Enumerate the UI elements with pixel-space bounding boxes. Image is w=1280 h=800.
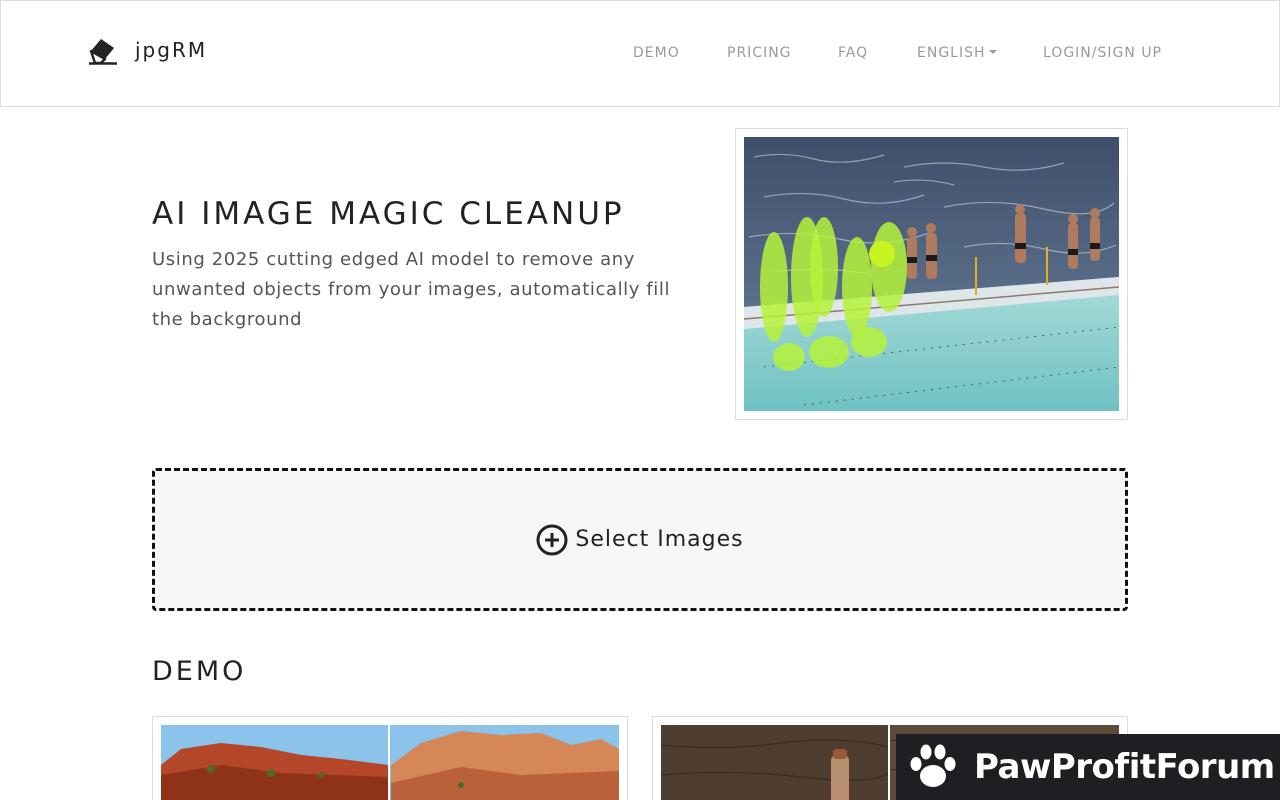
pawprofitforum-watermark: PawProfitForum — [896, 734, 1280, 800]
hero-title: AI IMAGE MAGIC CLEANUP — [152, 196, 625, 232]
swimmers-pool-mask-image — [744, 137, 1119, 411]
demo-card-canyon[interactable] — [152, 716, 628, 800]
language-label: ENGLISH — [917, 45, 986, 61]
navbar: jpgRM DEMO PRICING FAQ ENGLISH LOGIN/SIG… — [0, 0, 1280, 107]
nav-login-link[interactable]: LOGIN/SIGN UP — [1043, 45, 1162, 61]
select-images-dropzone[interactable]: Select Images — [152, 468, 1128, 611]
nav-demo-link[interactable]: DEMO — [633, 45, 680, 61]
brand-logo[interactable]: jpgRM — [87, 35, 207, 65]
caret-down-icon — [988, 50, 997, 54]
select-images-label: Select Images — [575, 527, 744, 552]
nav-faq-link[interactable]: FAQ — [838, 45, 868, 61]
hero-image-frame — [735, 128, 1128, 420]
canyon-before-after-image — [161, 725, 619, 800]
eraser-icon — [89, 39, 117, 65]
brand-name: jpgRM — [135, 38, 208, 62]
hero-subtitle: Using 2025 cutting edged AI model to rem… — [152, 249, 671, 330]
language-dropdown[interactable]: ENGLISH — [917, 45, 997, 61]
demo-heading: DEMO — [152, 656, 247, 687]
paw-icon — [910, 744, 956, 787]
watermark-text: PawProfitForum — [974, 747, 1275, 787]
plus-circle-icon — [536, 524, 568, 555]
nav-pricing-link[interactable]: PRICING — [727, 45, 792, 61]
